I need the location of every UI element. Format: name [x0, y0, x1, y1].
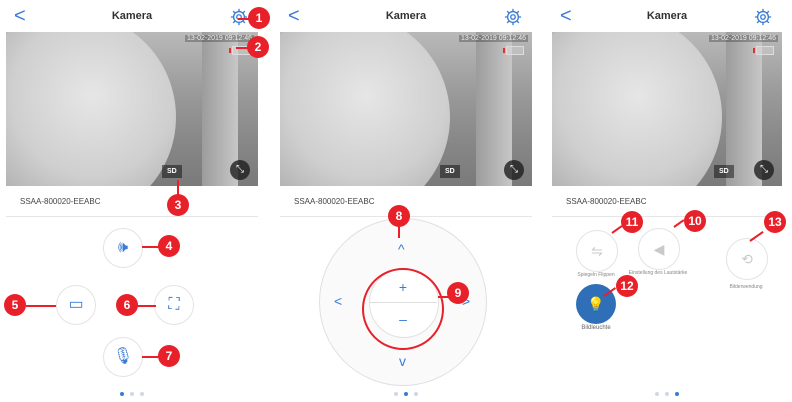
rotate-icon: ⟲	[741, 251, 753, 267]
device-id-row: SSAA-800020-EEABC	[552, 190, 782, 217]
page-indicator[interactable]	[552, 392, 782, 396]
device-id: SSAA-800020-EEABC	[294, 197, 375, 206]
callout-9: 9	[447, 282, 469, 304]
device-id-row: SSAA-800020-EEABC	[6, 190, 258, 217]
screen-functions: < Kamera 13-02-2019 09:12:46 SD ⤡ SSAA-8…	[552, 0, 782, 402]
callout-7: 7	[158, 345, 180, 367]
callout-13: 13	[764, 211, 786, 233]
page-indicator[interactable]	[6, 392, 258, 396]
device-id: SSAA-800020-EEABC	[566, 197, 647, 206]
recording-indicator	[753, 46, 774, 55]
speaker-icon: 🕪	[117, 239, 129, 256]
snapshot-button[interactable]: ⛶	[154, 285, 194, 325]
quality-button[interactable]: SD	[440, 165, 460, 178]
camera-image-wall	[6, 32, 176, 186]
page-indicator[interactable]	[280, 392, 532, 396]
speaker-button[interactable]: 🕪	[103, 228, 143, 268]
camera-image-wall	[280, 32, 450, 186]
header: < Kamera	[280, 4, 532, 30]
header: < Kamera	[6, 4, 258, 30]
page-title: Kamera	[385, 10, 427, 22]
callout-line	[136, 305, 156, 307]
fullscreen-icon[interactable]: ⤡	[230, 160, 250, 180]
fullscreen-icon[interactable]: ⤡	[504, 160, 524, 180]
callout-ring	[362, 268, 444, 350]
camera-feed[interactable]: 13-02-2019 09:12:46 SD ⤡	[552, 32, 782, 186]
gear-icon[interactable]	[754, 8, 772, 26]
volume-icon: ◀	[653, 241, 665, 257]
gear-icon[interactable]	[230, 8, 248, 26]
screen-controls: < Kamera 13-02-2019 09:12:46 SD ⤡ SSAA-8…	[6, 0, 258, 402]
page-title: Kamera	[646, 10, 688, 22]
callout-5: 5	[4, 294, 26, 316]
volume-button[interactable]: ◀	[638, 228, 680, 270]
timestamp: 13-02-2019 09:12:46	[459, 35, 528, 42]
pan-up-button[interactable]: ^	[398, 241, 405, 257]
device-id: SSAA-800020-EEABC	[20, 197, 101, 206]
callout-11: 11	[621, 211, 643, 233]
microphone-button[interactable]: 🎙	[103, 337, 143, 377]
camera-feed[interactable]: 13-02-2019 09:12:46 SD ⤡	[280, 32, 532, 186]
flip-icon: ⇋	[591, 243, 603, 259]
timestamp: 13-02-2019 09:12:46	[709, 35, 778, 42]
camera-feed[interactable]: 13-02-2019 09:12:46 SD ⤡	[6, 32, 258, 186]
pan-left-button[interactable]: <	[334, 293, 342, 309]
callout-4: 4	[158, 235, 180, 257]
callout-3: 3	[167, 194, 189, 216]
quality-button[interactable]: SD	[162, 165, 182, 178]
timestamp: 13-02-2019 09:12:46	[185, 35, 254, 42]
page-title: Kamera	[111, 10, 153, 22]
callout-1: 1	[248, 7, 270, 29]
rotate-button[interactable]: ⟲	[726, 238, 768, 280]
callout-6: 6	[116, 294, 138, 316]
callout-10: 10	[684, 210, 706, 232]
recording-indicator	[503, 46, 524, 55]
callout-12: 12	[616, 275, 638, 297]
header: < Kamera	[552, 4, 782, 30]
flip-button[interactable]: ⇋	[576, 230, 618, 272]
snapshot-icon: ⛶	[168, 296, 180, 313]
screen-ptz: < Kamera 13-02-2019 09:12:46 SD ⤡ SSAA-8…	[280, 0, 532, 402]
callout-line	[26, 305, 56, 307]
flip-label: Spiegeln Flippen	[577, 272, 615, 278]
callout-8: 8	[388, 205, 410, 227]
pan-down-button[interactable]: v	[399, 353, 406, 369]
light-label: Bildleuchte	[581, 325, 611, 331]
microphone-icon: 🎙	[112, 348, 134, 365]
callout-2: 2	[247, 36, 269, 58]
gear-icon[interactable]	[504, 8, 522, 26]
light-icon: 💡	[587, 296, 605, 312]
volume-label: Einstellung des Lautstärke	[628, 270, 688, 276]
record-video-button[interactable]: ▭	[56, 285, 96, 325]
fullscreen-icon[interactable]: ⤡	[754, 160, 774, 180]
quality-button[interactable]: SD	[714, 165, 734, 178]
camera-image-wall	[552, 32, 722, 186]
record-video-icon: ▭	[68, 296, 84, 313]
rotate-label: Bilderwendung	[729, 284, 763, 290]
